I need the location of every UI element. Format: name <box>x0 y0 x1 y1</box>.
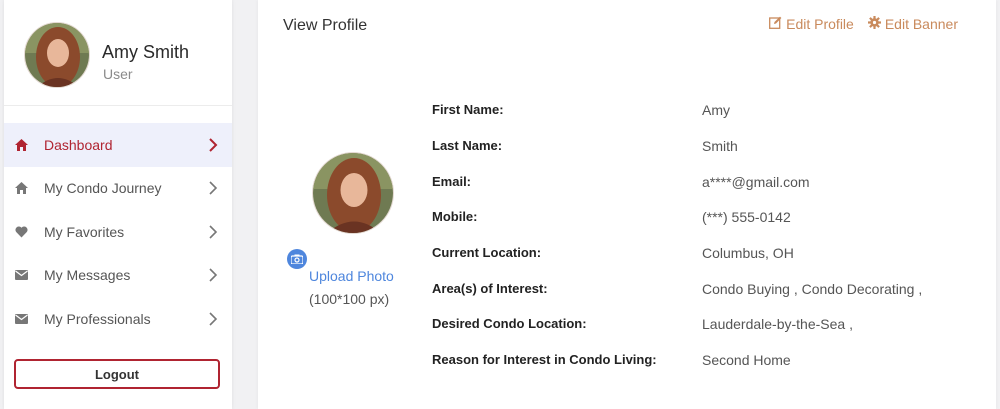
page-title: View Profile <box>283 17 368 34</box>
field-label: Area(s) of Interest: <box>432 281 548 296</box>
field-label: Email: <box>432 174 472 189</box>
avatar <box>24 22 90 88</box>
sidebar-item-my-condo-journey[interactable]: My Condo Journey <box>4 167 232 211</box>
field-value-current-location: Columbus, OH <box>702 245 794 261</box>
envelope-icon <box>14 312 28 326</box>
edit-banner-label: Edit Banner <box>884 16 958 32</box>
edit-profile-link[interactable]: Edit Profile <box>769 16 854 32</box>
field-label: Reason for Interest in Condo Living: <box>432 352 657 367</box>
field-value-reason: Second Home <box>702 352 791 368</box>
sidebar-item-label: Dashboard <box>44 136 113 153</box>
user-name: Amy Smith <box>102 42 190 62</box>
sidebar-item-my-favorites[interactable]: My Favorites <box>4 210 232 254</box>
sidebar-item-label: My Professionals <box>44 310 151 327</box>
edit-icon <box>769 16 782 32</box>
field-value-areas-of-interest: Condo Buying , Condo Decorating , <box>702 281 923 297</box>
gear-icon <box>867 16 881 32</box>
field-label: Mobile: <box>432 209 478 224</box>
profile-panel: View Profile Edit Profile Edit Banner Up… <box>258 0 996 409</box>
sidebar-item-label: My Favorites <box>44 223 125 240</box>
profile-actions: Edit Profile Edit Banner <box>769 16 958 32</box>
upload-photo-hint: (100*100 px) <box>309 291 390 307</box>
field-value-mobile: (***) 555-0142 <box>702 209 791 225</box>
chevron-right-icon <box>208 312 218 326</box>
envelope-icon <box>14 268 28 282</box>
field-value-last-name: Smith <box>702 138 738 154</box>
sidebar-item-my-messages[interactable]: My Messages <box>4 254 232 298</box>
field-label: Current Location: <box>432 245 542 260</box>
field-value-email: a****@gmail.com <box>702 174 810 190</box>
field-label: First Name: <box>432 102 504 117</box>
chevron-right-icon <box>208 268 218 282</box>
user-card: Amy Smith User <box>4 0 232 106</box>
field-value-first-name: Amy <box>702 102 730 118</box>
chevron-right-icon <box>208 225 218 239</box>
camera-icon[interactable] <box>287 249 307 269</box>
heart-icon <box>14 225 28 239</box>
sidebar-item-label: My Condo Journey <box>44 180 162 197</box>
edit-banner-link[interactable]: Edit Banner <box>867 16 958 32</box>
home-icon <box>14 138 28 152</box>
field-label: Last Name: <box>432 138 503 153</box>
sidebar-item-label: My Messages <box>44 267 131 284</box>
upload-photo-link[interactable]: Upload Photo <box>309 268 394 284</box>
edit-profile-label: Edit Profile <box>786 16 854 32</box>
field-value-desired-location: Lauderdale-by-the-Sea , <box>702 316 853 332</box>
logout-button[interactable]: Logout <box>14 359 220 389</box>
field-label: Desired Condo Location: <box>432 316 587 331</box>
chevron-right-icon <box>208 138 218 152</box>
user-role: User <box>103 66 133 82</box>
profile-photo <box>312 152 394 234</box>
sidebar-item-my-professionals[interactable]: My Professionals <box>4 297 232 341</box>
sidebar: Amy Smith User Dashboard My Condo Journe… <box>4 0 232 409</box>
home-icon <box>14 181 28 195</box>
chevron-right-icon <box>208 181 218 195</box>
sidebar-item-dashboard[interactable]: Dashboard <box>4 123 232 167</box>
sidebar-nav: Dashboard My Condo Journey My Favorites <box>4 123 232 341</box>
